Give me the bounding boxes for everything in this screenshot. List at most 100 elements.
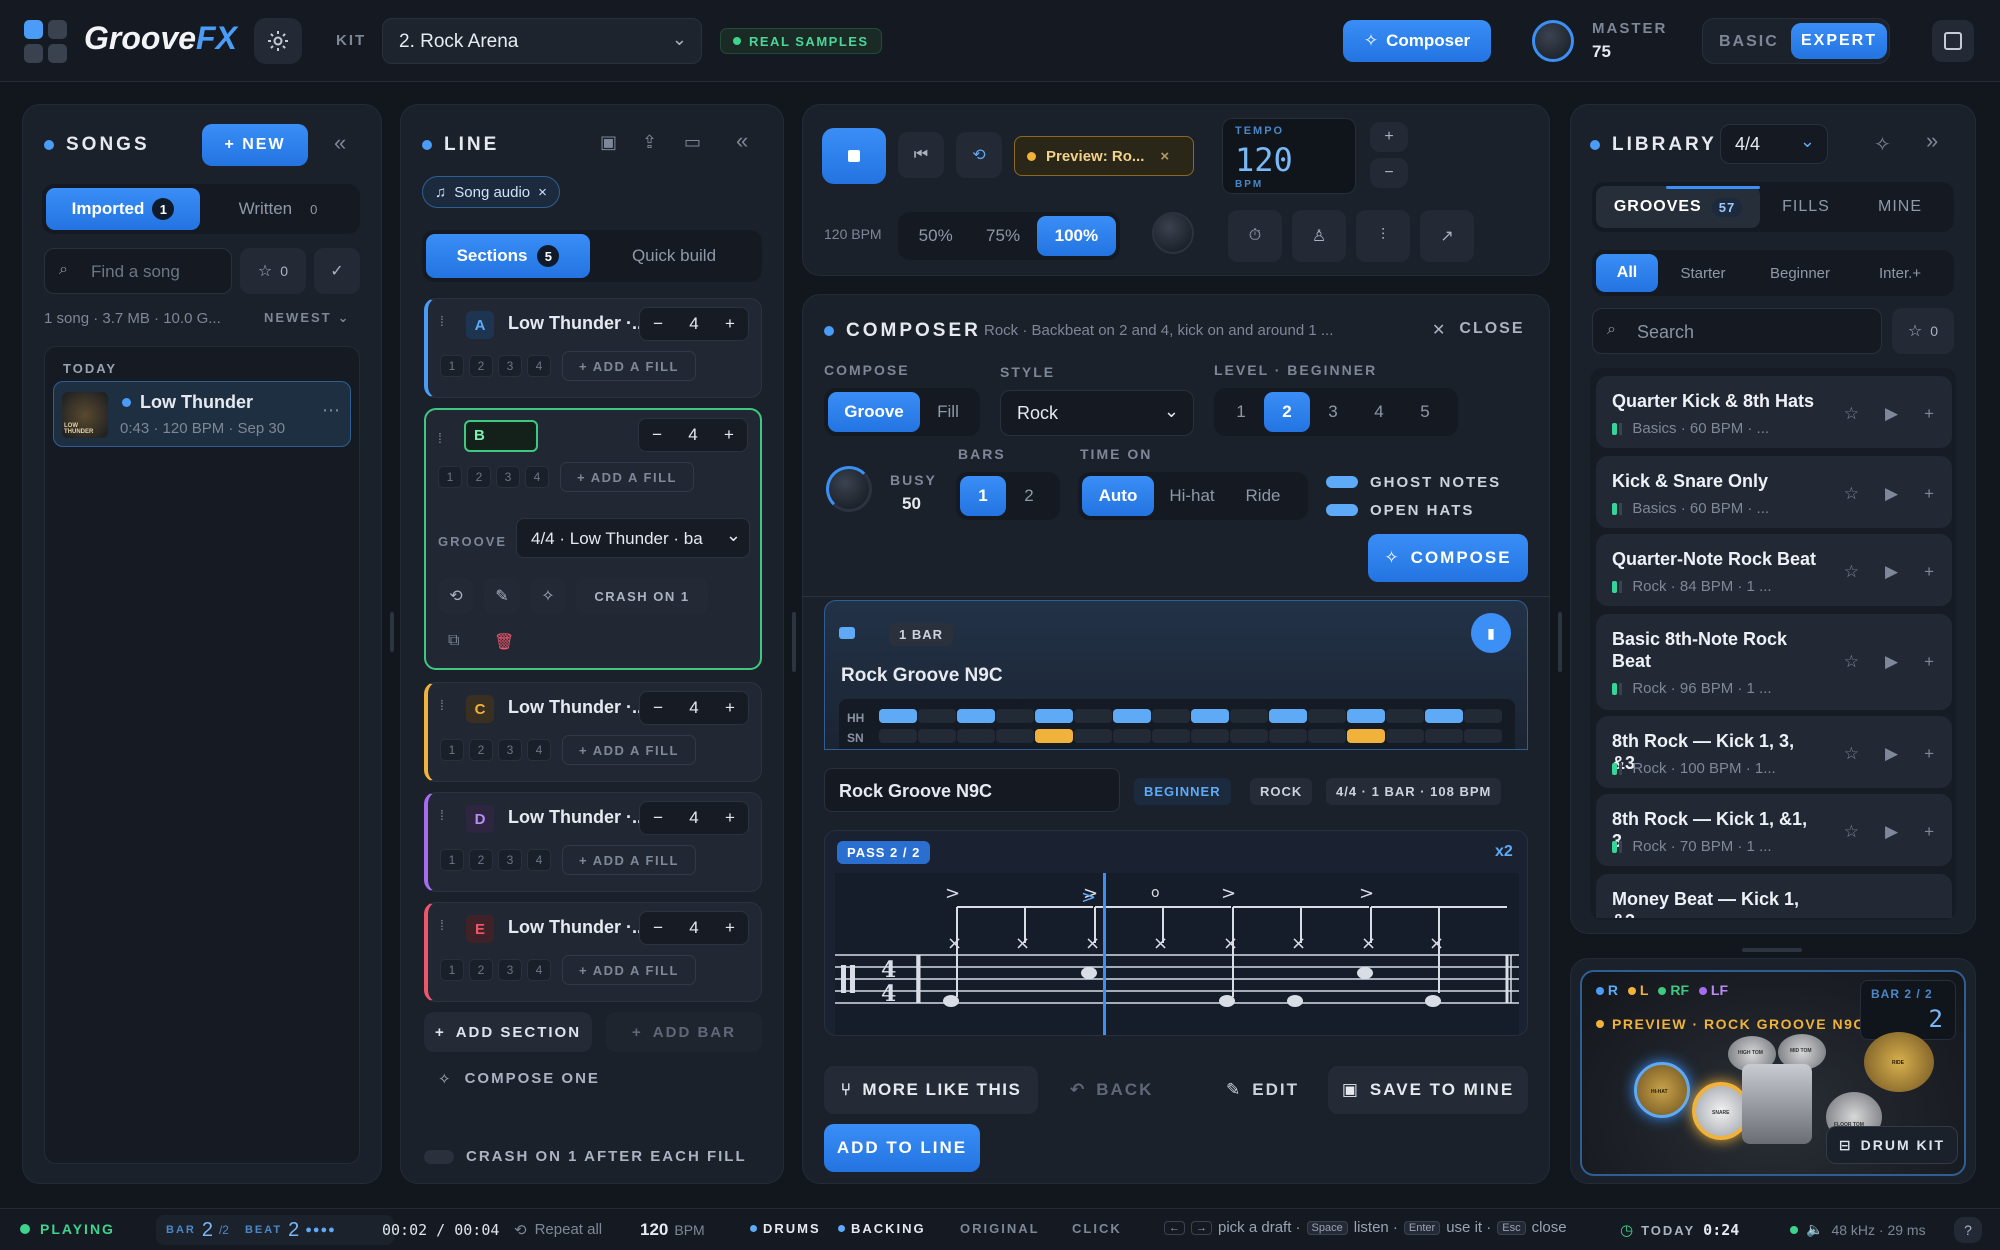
new-song-button[interactable]: + NEW: [202, 124, 308, 166]
collapse-library-button[interactable]: »: [1926, 128, 1938, 154]
level-3[interactable]: 3: [1310, 392, 1356, 432]
duplicate-button[interactable]: ⧉: [448, 632, 459, 650]
add-icon[interactable]: +: [1924, 404, 1934, 424]
bars-stepper[interactable]: −4 +: [639, 307, 749, 341]
compose-groove[interactable]: Groove: [828, 392, 920, 432]
bars-2[interactable]: 2: [1006, 476, 1052, 516]
compose-fill[interactable]: Fill: [920, 392, 976, 432]
add-fill-button[interactable]: + ADD A FILL: [560, 462, 694, 492]
star-icon[interactable]: ☆: [1844, 562, 1859, 582]
result-name-input[interactable]: Rock Groove N9C: [824, 768, 1120, 812]
star-icon[interactable]: ☆: [1844, 404, 1859, 424]
add-section-button[interactable]: + ADD SECTION: [424, 1012, 592, 1052]
library-item[interactable]: Money Beat — Kick 1, &3: [1596, 874, 1952, 918]
filter-starter[interactable]: Starter: [1658, 254, 1748, 292]
drag-handle-icon[interactable]: ⁞: [440, 313, 444, 329]
section-card-b[interactable]: ⁞ B −4 + 1234 + ADD A FILL GROOVE 4/4 · L…: [424, 408, 762, 670]
channel-drums[interactable]: DRUMS: [750, 1221, 821, 1236]
draft-preview-card[interactable]: 1 BAR Rock Groove N9C ▮ HH SN: [824, 600, 1528, 750]
song-audio-chip[interactable]: ♫ Song audio ×: [422, 176, 560, 208]
tab-mine[interactable]: MINE: [1852, 186, 1948, 228]
channel-original[interactable]: ORIGINAL: [960, 1221, 1040, 1236]
speed-75[interactable]: 75%: [969, 216, 1036, 256]
drag-handle-icon[interactable]: ⁞: [440, 807, 444, 823]
select-songs-button[interactable]: ✓: [314, 248, 360, 294]
star-icon[interactable]: ☆: [1844, 652, 1859, 672]
beat-buttons[interactable]: 1234: [440, 849, 556, 871]
add-icon[interactable]: +: [1924, 822, 1934, 842]
edit-groove-button[interactable]: ✎: [484, 578, 520, 614]
resize-handle[interactable]: [792, 612, 796, 672]
library-item[interactable]: Kick & Snare Only Basics · 60 BPM · ... …: [1596, 456, 1952, 528]
star-icon[interactable]: ☆: [1844, 744, 1859, 764]
collapse-songs-button[interactable]: «: [334, 130, 346, 156]
composer-button[interactable]: ✧ Composer: [1343, 20, 1491, 62]
save-line-button[interactable]: ▣: [600, 132, 617, 153]
library-item[interactable]: Basic 8th-Note Rock Beat Rock · 96 BPM ·…: [1596, 614, 1952, 710]
add-fill-button[interactable]: + ADD A FILL: [562, 845, 696, 875]
busy-knob[interactable]: [826, 466, 872, 512]
mode-basic-button[interactable]: BASIC: [1719, 33, 1779, 51]
settings-button[interactable]: [254, 18, 302, 64]
filter-intermediate[interactable]: Inter.+: [1852, 254, 1948, 292]
drag-handle-icon[interactable]: ⁞: [440, 697, 444, 713]
add-icon[interactable]: +: [1924, 484, 1934, 504]
tab-sections[interactable]: Sections 5: [426, 234, 590, 278]
star-icon[interactable]: ☆: [1844, 484, 1859, 504]
resize-handle[interactable]: [390, 612, 394, 652]
help-button[interactable]: ?: [1954, 1217, 1982, 1243]
save-to-mine-button[interactable]: ▣ SAVE TO MINE: [1328, 1066, 1528, 1114]
speed-100[interactable]: 100%: [1036, 216, 1117, 256]
song-more-button[interactable]: ⋯: [322, 400, 340, 421]
open-folder-button[interactable]: ▭: [684, 132, 701, 153]
add-icon[interactable]: +: [1924, 652, 1934, 672]
time-ride[interactable]: Ride: [1230, 476, 1296, 516]
play-icon[interactable]: ▶: [1885, 822, 1898, 842]
library-search-input[interactable]: ⌕ Search: [1592, 308, 1882, 354]
loop-button[interactable]: ⟲: [438, 578, 474, 614]
delete-button[interactable]: 🗑: [494, 632, 514, 652]
resize-handle[interactable]: [1742, 948, 1802, 952]
stop-button[interactable]: [822, 128, 886, 184]
export-line-button[interactable]: ⇪: [642, 132, 657, 153]
timer-button[interactable]: ⏱: [1228, 210, 1282, 262]
compose-button[interactable]: ✧ COMPOSE: [1368, 534, 1528, 582]
repeat-mode-button[interactable]: ⟲ Repeat all: [514, 1221, 602, 1239]
add-icon[interactable]: +: [1924, 562, 1934, 582]
bars-stepper[interactable]: −4 +: [639, 801, 749, 835]
collapse-line-button[interactable]: «: [736, 128, 748, 154]
ghost-notes-toggle[interactable]: [1326, 476, 1358, 488]
level-5[interactable]: 5: [1402, 392, 1448, 432]
time-hihat[interactable]: Hi-hat: [1154, 476, 1230, 516]
channel-backing[interactable]: BACKING: [838, 1221, 926, 1236]
play-icon[interactable]: ▶: [1885, 404, 1898, 424]
section-card-d[interactable]: ⁞ D Low Thunder ·... −4 + 1234 + ADD A FI…: [424, 792, 762, 892]
back-button[interactable]: ↶ BACK: [1070, 1080, 1153, 1100]
mixer-button[interactable]: ⫶: [1356, 210, 1410, 262]
chart-view-button[interactable]: ▮: [1471, 613, 1511, 653]
section-card-a[interactable]: ⁞ A Low Thunder ·... −4 + 1234 + ADD A FI…: [424, 298, 762, 398]
metronome-button[interactable]: ♙: [1292, 210, 1346, 262]
volume-knob[interactable]: [1152, 212, 1194, 254]
bars-1[interactable]: 1: [960, 476, 1006, 516]
tempo-up-button[interactable]: +: [1370, 122, 1408, 152]
library-compose-button[interactable]: ✧: [1874, 132, 1891, 157]
edit-button[interactable]: ✎ EDIT: [1226, 1080, 1299, 1100]
section-card-c[interactable]: ⁞ C Low Thunder ·... −4 + 1234 + ADD A FI…: [424, 682, 762, 782]
crash-on-1-button[interactable]: CRASH ON 1: [576, 578, 708, 614]
drag-handle-icon[interactable]: ⁞: [440, 917, 444, 933]
bars-stepper[interactable]: −4 +: [639, 911, 749, 945]
level-4[interactable]: 4: [1356, 392, 1402, 432]
resize-handle[interactable]: [1558, 612, 1562, 672]
tab-grooves[interactable]: GROOVES 57: [1596, 186, 1760, 228]
filter-beginner[interactable]: Beginner: [1748, 254, 1852, 292]
add-bar-button[interactable]: + ADD BAR: [606, 1012, 762, 1052]
play-icon[interactable]: ▶: [1885, 744, 1898, 764]
hihat-cymbal[interactable]: HI-HAT: [1634, 1062, 1690, 1118]
speed-50[interactable]: 50%: [902, 216, 969, 256]
more-like-this-button[interactable]: ⑂ MORE LIKE THIS: [824, 1066, 1038, 1114]
add-to-line-button[interactable]: ADD TO LINE: [824, 1124, 980, 1172]
add-icon[interactable]: +: [1924, 744, 1934, 764]
favorites-filter-button[interactable]: ☆ 0: [240, 248, 306, 294]
library-item[interactable]: 8th Rock — Kick 1, &1, 3 Rock · 70 BPM ·…: [1596, 794, 1952, 866]
